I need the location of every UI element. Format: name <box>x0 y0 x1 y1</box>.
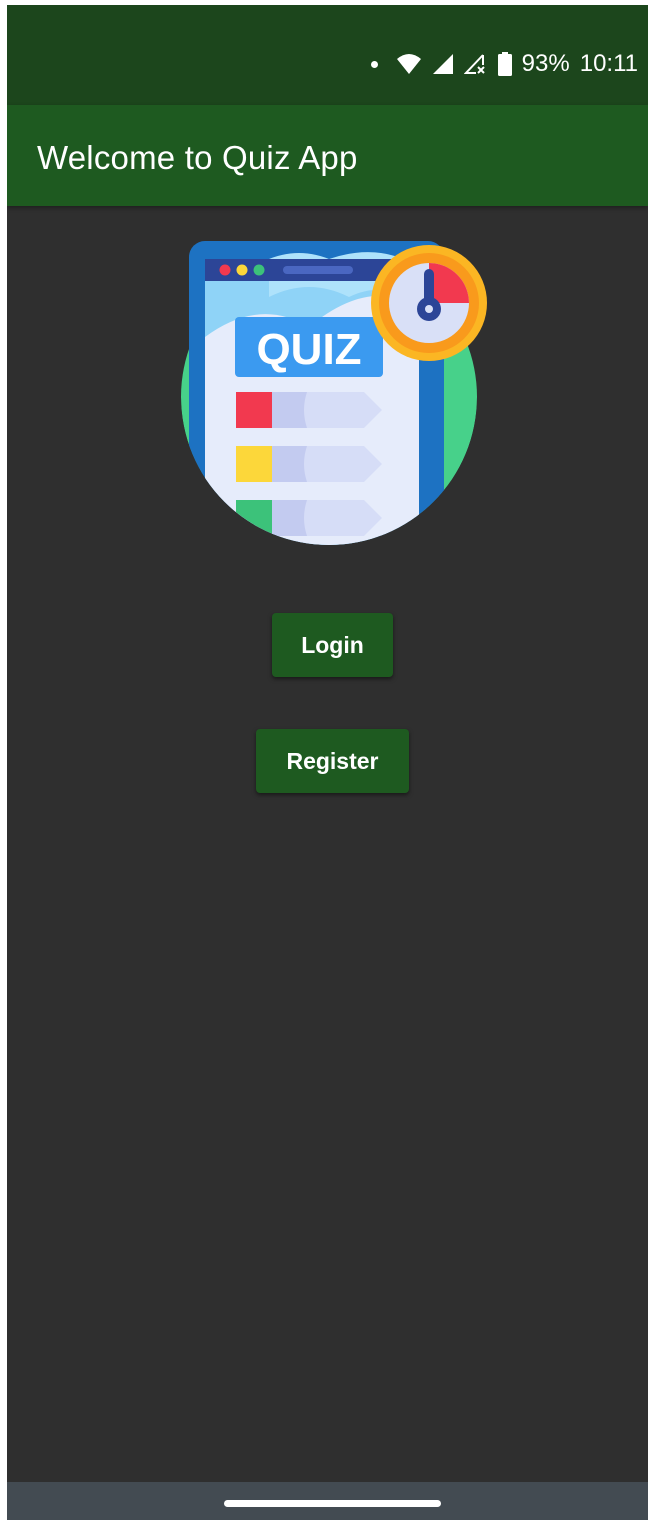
status-icons: 93% 10:11 <box>370 49 638 79</box>
status-bar: 93% 10:11 <box>7 5 648 105</box>
red-dot-icon <box>219 264 231 276</box>
app-bar: Welcome to Quiz App <box>7 105 648 206</box>
quiz-option-red <box>236 392 382 428</box>
quiz-option-yellow <box>236 446 382 482</box>
yellow-dot-icon <box>236 264 248 276</box>
quiz-illustration: QUIZ <box>181 241 487 545</box>
login-button[interactable]: Login <box>272 613 393 677</box>
quiz-label: QUIZ <box>256 325 361 374</box>
timer-icon <box>371 245 487 361</box>
page-title: Welcome to Quiz App <box>37 139 358 176</box>
green-dot-icon <box>253 264 265 276</box>
home-gesture-handle[interactable] <box>224 1500 441 1507</box>
dot-icon <box>370 60 378 68</box>
battery-icon <box>497 52 512 76</box>
wifi-icon <box>396 54 421 74</box>
register-button[interactable]: Register <box>256 729 409 793</box>
quiz-option-green <box>236 500 382 536</box>
app-screen: 93% 10:11 Welcome to Quiz App QUIZ Login… <box>7 5 648 1520</box>
signal-icon <box>432 54 453 74</box>
clock: 10:11 <box>579 50 638 77</box>
signal-off-icon <box>463 54 485 74</box>
battery-percent: 93% <box>521 50 570 77</box>
navigation-bar <box>7 1482 648 1520</box>
